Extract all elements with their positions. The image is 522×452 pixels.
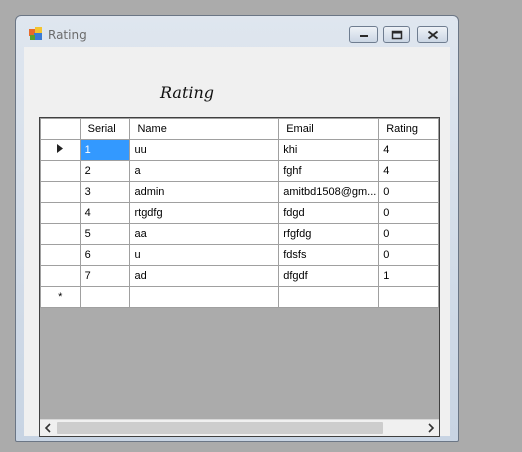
chevron-left-icon bbox=[44, 423, 51, 433]
row-header[interactable] bbox=[40, 265, 81, 287]
table-row[interactable]: 6 u fdsfs 0 bbox=[40, 244, 439, 266]
cell-rating[interactable]: 4 bbox=[378, 139, 439, 161]
column-header-serial[interactable]: Serial bbox=[79, 118, 131, 140]
chevron-right-icon bbox=[428, 423, 435, 433]
maximize-button[interactable] bbox=[383, 26, 410, 43]
minimize-button[interactable] bbox=[349, 26, 378, 43]
cell-name[interactable]: aa bbox=[129, 223, 280, 245]
cell-email[interactable]: fdsfs bbox=[278, 244, 380, 266]
current-row-arrow-icon bbox=[57, 144, 64, 153]
horizontal-scrollbar[interactable] bbox=[40, 419, 439, 436]
cell-email[interactable]: dfgdf bbox=[278, 265, 380, 287]
scrollbar-thumb[interactable] bbox=[57, 422, 383, 434]
new-cell-serial[interactable] bbox=[79, 286, 131, 308]
scroll-left-button[interactable] bbox=[40, 420, 57, 436]
cell-name[interactable]: uu bbox=[129, 139, 280, 161]
row-header[interactable] bbox=[40, 202, 81, 224]
cell-rating[interactable]: 0 bbox=[378, 181, 439, 203]
table-row[interactable]: 1 uu khi 4 bbox=[40, 139, 439, 161]
table-row[interactable]: 3 admin amitbd1508@gm... 0 bbox=[40, 181, 439, 203]
row-header[interactable] bbox=[40, 181, 81, 203]
title-bar[interactable]: Rating bbox=[16, 16, 458, 46]
new-row[interactable]: * bbox=[40, 286, 439, 308]
new-cell-email[interactable] bbox=[278, 286, 380, 308]
top-left-header-cell[interactable] bbox=[40, 118, 81, 140]
maximize-icon bbox=[391, 30, 402, 39]
cell-serial[interactable]: 2 bbox=[79, 160, 131, 182]
cell-rating[interactable]: 0 bbox=[378, 244, 439, 266]
cell-name[interactable]: u bbox=[129, 244, 280, 266]
table-row[interactable]: 5 aa rfgfdg 0 bbox=[40, 223, 439, 245]
cell-name[interactable]: a bbox=[129, 160, 280, 182]
cell-email[interactable]: khi bbox=[278, 139, 380, 161]
row-header[interactable] bbox=[40, 139, 81, 161]
cell-serial[interactable]: 3 bbox=[79, 181, 131, 203]
rating-window: Rating Rating Serial Name Email Rating 1… bbox=[15, 15, 459, 442]
window-title: Rating bbox=[48, 28, 87, 42]
cell-serial[interactable]: 6 bbox=[79, 244, 131, 266]
cell-email[interactable]: fdgd bbox=[278, 202, 380, 224]
new-cell-name[interactable] bbox=[129, 286, 280, 308]
grid-table: Serial Name Email Rating 1 uu khi 4 2 a … bbox=[40, 118, 439, 308]
column-header-name[interactable]: Name bbox=[129, 118, 280, 140]
cell-serial[interactable]: 4 bbox=[79, 202, 131, 224]
cell-rating[interactable]: 0 bbox=[378, 202, 439, 224]
form-client-area: Rating Serial Name Email Rating 1 uu khi… bbox=[24, 47, 450, 437]
cell-name[interactable]: admin bbox=[129, 181, 280, 203]
row-header[interactable] bbox=[40, 160, 81, 182]
minimize-icon bbox=[359, 34, 368, 37]
cell-serial[interactable]: 1 bbox=[79, 139, 131, 161]
column-header-email[interactable]: Email bbox=[278, 118, 380, 140]
cell-rating[interactable]: 0 bbox=[378, 223, 439, 245]
app-icon bbox=[29, 27, 42, 40]
cell-rating[interactable]: 1 bbox=[378, 265, 439, 287]
new-cell-rating[interactable] bbox=[378, 286, 439, 308]
close-icon bbox=[427, 30, 438, 39]
cell-serial[interactable]: 7 bbox=[79, 265, 131, 287]
rating-data-grid[interactable]: Serial Name Email Rating 1 uu khi 4 2 a … bbox=[39, 117, 440, 437]
header-row: Serial Name Email Rating bbox=[40, 118, 439, 140]
row-header[interactable] bbox=[40, 223, 81, 245]
column-header-rating[interactable]: Rating bbox=[378, 118, 439, 140]
table-row[interactable]: 4 rtgdfg fdgd 0 bbox=[40, 202, 439, 224]
close-button[interactable] bbox=[417, 26, 448, 43]
table-row[interactable]: 2 a fghf 4 bbox=[40, 160, 439, 182]
table-row[interactable]: 7 ad dfgdf 1 bbox=[40, 265, 439, 287]
cell-serial[interactable]: 5 bbox=[79, 223, 131, 245]
form-heading: Rating bbox=[160, 83, 215, 102]
new-row-marker[interactable]: * bbox=[40, 286, 81, 308]
row-header[interactable] bbox=[40, 244, 81, 266]
cell-email[interactable]: amitbd1508@gm... bbox=[278, 181, 380, 203]
cell-email[interactable]: rfgfdg bbox=[278, 223, 380, 245]
cell-rating[interactable]: 4 bbox=[378, 160, 439, 182]
cell-name[interactable]: ad bbox=[129, 265, 280, 287]
cell-name[interactable]: rtgdfg bbox=[129, 202, 280, 224]
scroll-right-button[interactable] bbox=[422, 420, 439, 436]
cell-email[interactable]: fghf bbox=[278, 160, 380, 182]
